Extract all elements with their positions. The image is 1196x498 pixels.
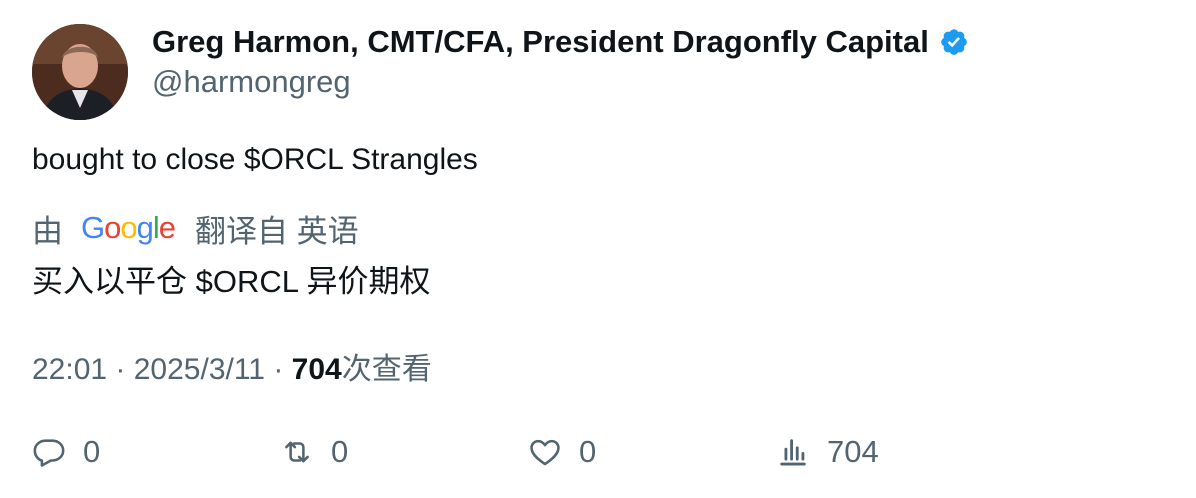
translated-from-label: 翻译自 英语 — [195, 213, 359, 249]
tweet-meta: 22:01 · 2025/3/11 · 704次查看 — [32, 344, 432, 388]
verified-badge-icon[interactable] — [939, 27, 969, 57]
tweet-text: bought to close $ORCL Strangles — [32, 143, 478, 176]
display-name[interactable]: Greg Harmon, CMT/CFA, President Dragonfl… — [152, 24, 929, 60]
avatar-image — [32, 24, 128, 120]
reply-icon — [33, 439, 65, 467]
reply-button[interactable]: 0 — [32, 426, 100, 478]
views-button[interactable]: 704 — [776, 426, 879, 478]
author-names: Greg Harmon, CMT/CFA, President Dragonfl… — [152, 24, 969, 100]
translated-by-label: 由 — [32, 213, 63, 249]
display-name-row: Greg Harmon, CMT/CFA, President Dragonfl… — [152, 24, 969, 60]
retweet-button[interactable]: 0 — [280, 426, 348, 478]
meta-separator: · — [107, 353, 134, 386]
analytics-icon — [780, 439, 806, 466]
tweet-header: Greg Harmon, CMT/CFA, President Dragonfl… — [32, 24, 1162, 120]
retweet-count: 0 — [331, 434, 349, 469]
views-action-count: 704 — [827, 434, 879, 469]
like-button[interactable]: 0 — [528, 426, 596, 478]
views-label: 次查看 — [341, 353, 432, 386]
retweet-icon — [285, 441, 309, 463]
google-logo[interactable]: Google — [81, 210, 176, 246]
heart-icon — [530, 439, 560, 466]
handle[interactable]: @harmongreg — [152, 64, 969, 100]
reply-count: 0 — [83, 434, 101, 469]
meta-separator: · — [265, 353, 292, 386]
translated-text: 买入以平仓 $ORCL 异价期权 — [32, 264, 431, 299]
like-count: 0 — [579, 434, 597, 469]
tweet-time[interactable]: 22:01 — [32, 353, 107, 386]
action-bar: 0 0 0 704 — [32, 426, 1162, 478]
avatar[interactable] — [32, 24, 128, 120]
tweet-date[interactable]: 2025/3/11 — [134, 353, 265, 386]
views-count: 704 — [291, 353, 342, 386]
translation-attribution: 由 Google 翻译自 英语 — [32, 206, 359, 250]
